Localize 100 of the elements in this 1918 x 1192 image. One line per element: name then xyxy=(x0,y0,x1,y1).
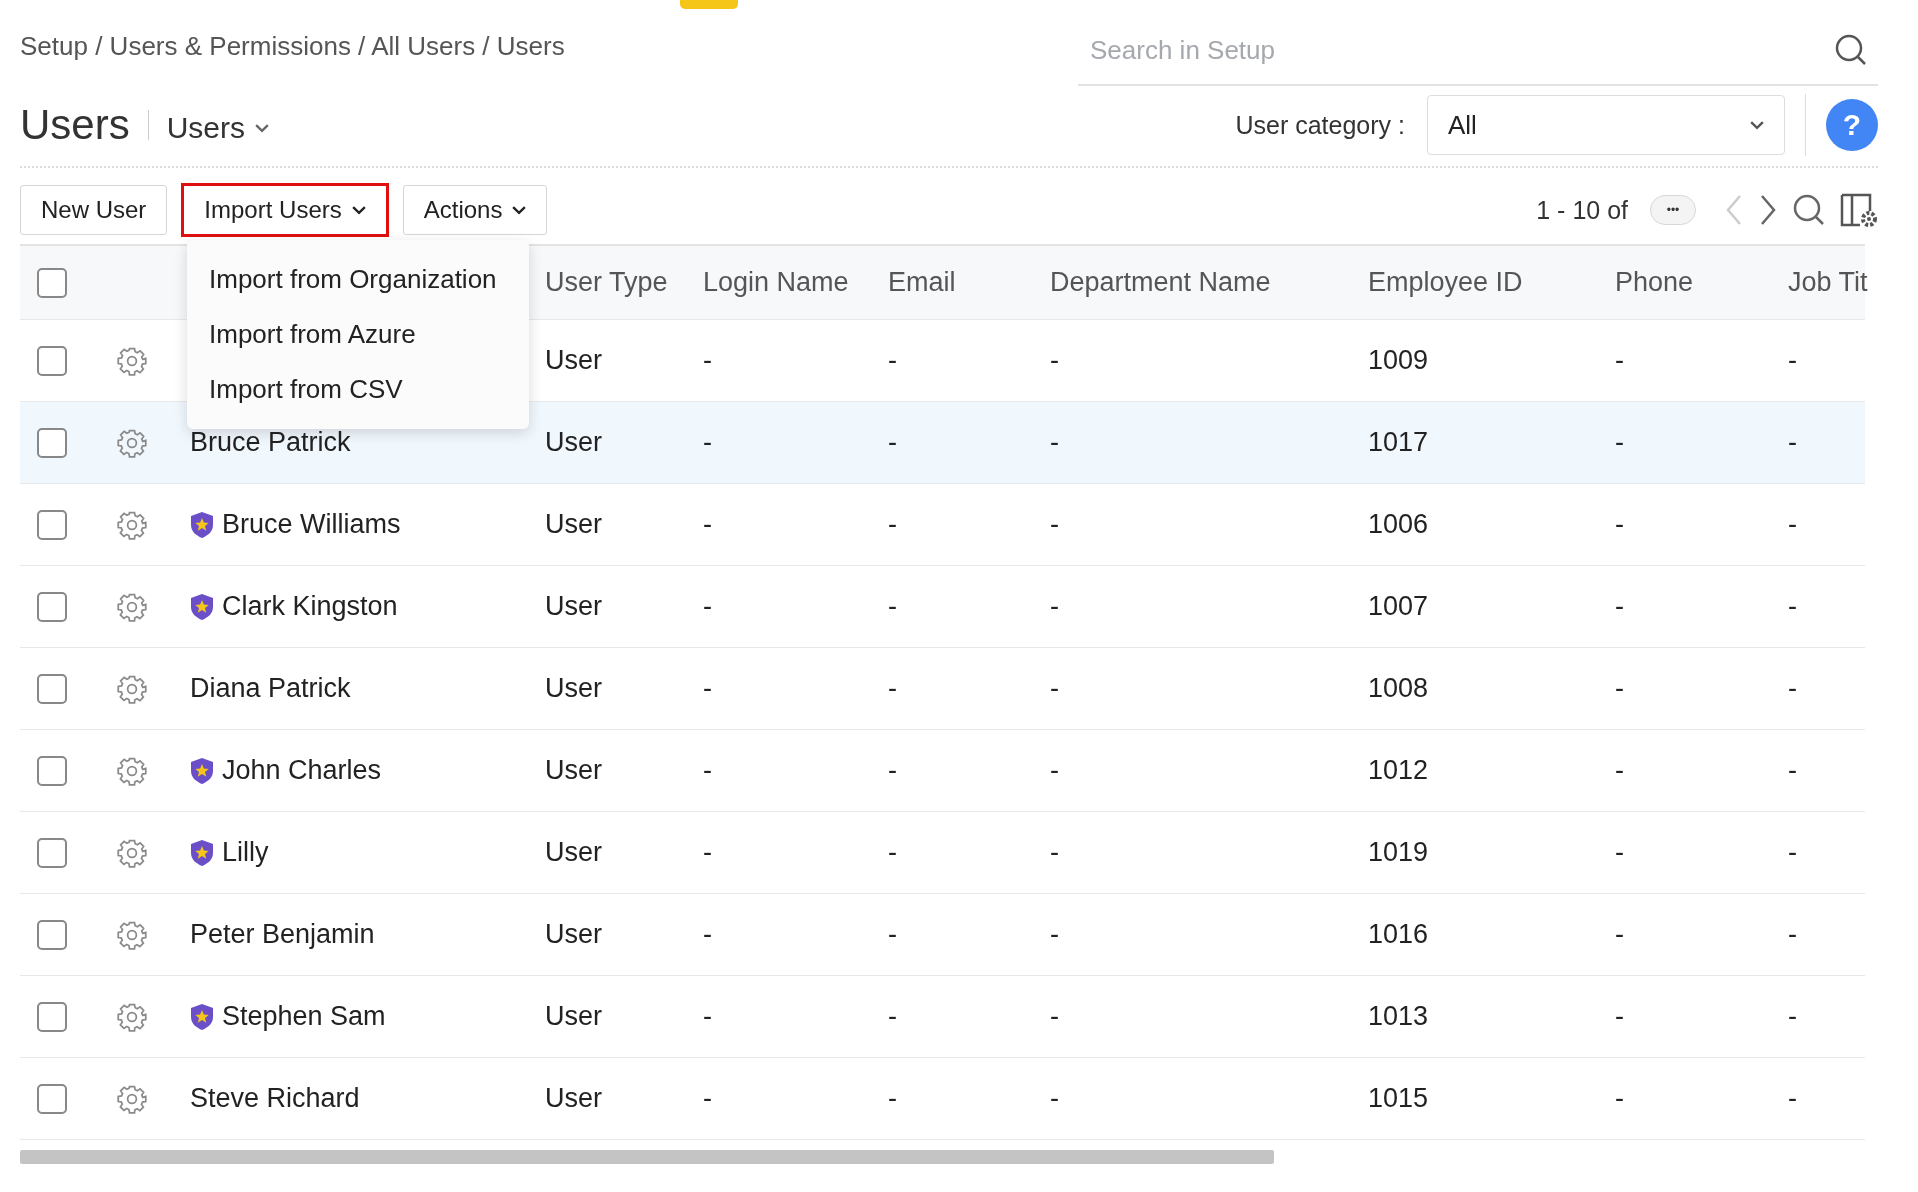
user-name[interactable]: Lilly xyxy=(222,837,269,868)
scrollbar-thumb[interactable] xyxy=(20,1150,1274,1164)
page-title: Users xyxy=(20,101,130,149)
table-cell-text: - xyxy=(1050,427,1060,458)
table-row[interactable]: Stephen Sam User - - - 1013 - - xyxy=(20,976,1865,1058)
table-cell-text: - xyxy=(1788,427,1798,458)
search-icon[interactable] xyxy=(1834,33,1868,67)
row-checkbox[interactable] xyxy=(37,1083,67,1114)
table-cell-text: - xyxy=(703,427,713,458)
table-cell-text: User xyxy=(545,919,603,950)
table-row[interactable]: Bruce Patrick User - - - 1017 - - xyxy=(20,402,1865,484)
table-cell-text: 1006 xyxy=(1368,509,1430,540)
table-cell-text: - xyxy=(1788,1083,1798,1114)
column-header[interactable]: Employee ID xyxy=(1368,267,1615,298)
category-label: User category : xyxy=(1235,110,1405,140)
user-name[interactable]: John Charles xyxy=(222,755,382,786)
row-checkbox[interactable] xyxy=(37,1001,67,1032)
search-field[interactable]: Search in Setup xyxy=(1088,33,1692,67)
table-row[interactable]: Steve Richard User - - - 1015 - - xyxy=(20,1058,1865,1140)
table-row[interactable]: Clark Kingston User - - - 1007 - - xyxy=(20,566,1865,648)
user-name[interactable]: Peter Benjamin xyxy=(190,919,375,950)
table-cell-text: - xyxy=(888,1001,898,1032)
table-cell-text: - xyxy=(703,755,713,786)
column-header[interactable]: Phone xyxy=(1615,267,1788,298)
view-dropdown[interactable]: Users xyxy=(166,111,270,145)
gear-icon[interactable] xyxy=(117,1083,147,1114)
column-settings-icon[interactable] xyxy=(1840,193,1878,227)
table-cell-text: 1009 xyxy=(1368,345,1430,376)
table-cell-text: - xyxy=(888,427,898,458)
table-row[interactable]: Diana Patrick User - - - 1008 - - xyxy=(20,648,1865,730)
row-checkbox[interactable] xyxy=(37,673,67,704)
table-cell-text: - xyxy=(1050,837,1060,868)
table-cell-text: - xyxy=(703,1083,713,1114)
gear-icon[interactable] xyxy=(117,673,147,704)
row-checkbox[interactable] xyxy=(37,427,67,458)
user-name[interactable]: Steve Richard xyxy=(190,1083,360,1114)
column-header[interactable]: Department Name xyxy=(1050,267,1368,298)
gear-icon[interactable] xyxy=(117,345,147,376)
user-name[interactable]: Diana Patrick xyxy=(190,673,351,704)
column-header[interactable]: Email xyxy=(888,267,1050,298)
user-name[interactable]: Bruce Patrick xyxy=(190,427,351,458)
table-row[interactable]: Peter Benjamin User - - - 1016 - - xyxy=(20,894,1865,976)
column-header[interactable]: Login Name xyxy=(703,267,888,298)
table-cell-text: - xyxy=(1788,755,1798,786)
table-cell-text: - xyxy=(888,919,898,950)
more-button[interactable]: ••• xyxy=(1650,195,1696,225)
table-cell-text: - xyxy=(1615,1001,1625,1032)
table-cell-text: - xyxy=(1050,919,1060,950)
gear-icon[interactable] xyxy=(117,755,147,786)
table-cell-text: - xyxy=(1050,1083,1060,1114)
table-cell-text: - xyxy=(1050,1001,1060,1032)
table-cell-text: - xyxy=(1615,755,1625,786)
table-row[interactable]: Lilly User - - - 1019 - - xyxy=(20,812,1865,894)
next-page-icon[interactable] xyxy=(1758,194,1778,226)
table-cell-text: 1012 xyxy=(1368,755,1430,786)
table-cell-text: - xyxy=(1050,755,1060,786)
row-checkbox[interactable] xyxy=(37,755,67,786)
table-cell-text: - xyxy=(1788,345,1798,376)
column-header[interactable]: User Type xyxy=(545,267,703,298)
gear-icon[interactable] xyxy=(117,837,147,868)
user-name[interactable]: Bruce Williams xyxy=(222,509,401,540)
menu-item[interactable]: Import from Organization xyxy=(187,252,529,307)
table-row[interactable]: Bruce Williams User - - - 1006 - - xyxy=(20,484,1865,566)
table-cell-text: User xyxy=(545,509,603,540)
table-cell-text: - xyxy=(703,509,713,540)
user-name[interactable]: Stephen Sam xyxy=(222,1001,386,1032)
row-checkbox[interactable] xyxy=(37,919,67,950)
row-checkbox[interactable] xyxy=(37,837,67,868)
table-cell-text: - xyxy=(888,591,898,622)
gear-icon[interactable] xyxy=(117,509,147,540)
table-cell-text: - xyxy=(1788,509,1798,540)
toolbar-button[interactable]: Import Users xyxy=(181,183,389,237)
table-cell-text: - xyxy=(703,673,713,704)
user-name[interactable]: Clark Kingston xyxy=(222,591,398,622)
table-cell-text: - xyxy=(888,755,898,786)
table-cell-text: - xyxy=(888,673,898,704)
table-cell-text: - xyxy=(1788,591,1798,622)
help-button[interactable]: ? xyxy=(1826,99,1878,151)
table-cell-text: - xyxy=(1615,345,1625,376)
table-cell-text: - xyxy=(888,345,898,376)
table-cell-text: - xyxy=(1615,673,1625,704)
table-cell-text: - xyxy=(1615,591,1625,622)
table-cell-text: - xyxy=(1050,591,1060,622)
row-checkbox[interactable] xyxy=(37,345,67,376)
select-all-checkbox[interactable] xyxy=(37,267,67,298)
row-checkbox[interactable] xyxy=(37,591,67,622)
table-cell-text: - xyxy=(1615,427,1625,458)
gear-icon[interactable] xyxy=(117,919,147,950)
gear-icon[interactable] xyxy=(117,427,147,458)
category-select[interactable]: All xyxy=(1427,95,1785,155)
search-icon[interactable] xyxy=(1792,193,1826,227)
toolbar-button[interactable]: New User xyxy=(20,185,168,235)
gear-icon[interactable] xyxy=(117,591,147,622)
row-checkbox[interactable] xyxy=(37,509,67,540)
table-row[interactable]: John Charles User - - - 1012 - - xyxy=(20,730,1865,812)
table-cell-text: - xyxy=(703,591,713,622)
table-cell-text: - xyxy=(1788,919,1798,950)
table-cell-text: 1013 xyxy=(1368,1001,1430,1032)
toolbar-button[interactable]: Actions xyxy=(402,185,548,235)
gear-icon[interactable] xyxy=(117,1001,147,1032)
